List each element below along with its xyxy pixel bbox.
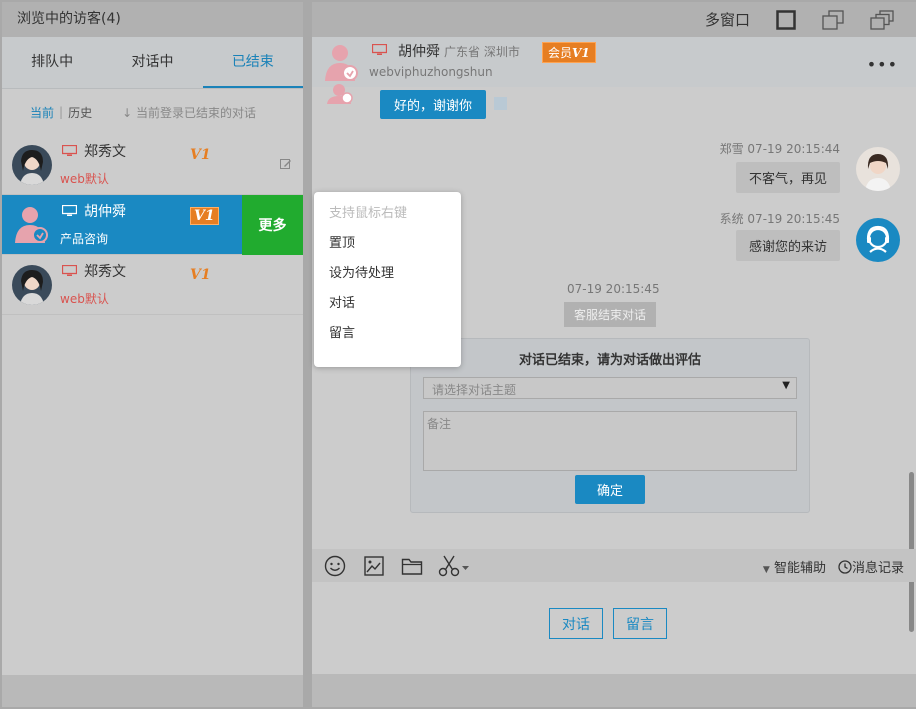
avatar xyxy=(12,205,52,245)
visitor-location: 广东省 深圳市 xyxy=(444,45,520,59)
visitor-message-bubble: 好的，谢谢你 xyxy=(380,90,487,119)
visitor-avatar-small xyxy=(327,84,353,104)
filter-current[interactable]: 当前 xyxy=(30,104,54,121)
visitor-panel-title: 浏览中的访客(4) xyxy=(2,2,303,37)
filter-hint: ↓ 当前登录已结束的对话 xyxy=(122,105,256,120)
member-badge: 会员V1 xyxy=(542,42,596,63)
notes-textarea[interactable]: 备注 xyxy=(423,411,797,471)
tab-ended[interactable]: 已结束 xyxy=(202,37,303,88)
visitor-name: 胡仲舜 xyxy=(84,204,126,220)
caret-down-icon: ▼ xyxy=(782,380,790,391)
caret-down-icon: ▼ xyxy=(762,565,770,575)
member-level: V1 xyxy=(572,46,590,60)
visitor-tag: web默认 xyxy=(60,292,109,306)
folder-icon[interactable] xyxy=(401,555,423,577)
menu-item-chat[interactable]: 对话 xyxy=(314,292,461,322)
screenshot-scissors-icon[interactable] xyxy=(438,555,472,577)
system-avatar xyxy=(856,218,900,262)
more-options-icon[interactable]: ••• xyxy=(867,55,898,74)
visitor-tag: 产品咨询 xyxy=(60,232,109,246)
cascade-window-icon[interactable] xyxy=(870,9,894,30)
evaluation-form: 对话已结束，请为对话做出评估 请选择对话主题 ▼ 备注 确定 xyxy=(410,338,810,513)
menu-item-right-click-hint: 支持鼠标右键 xyxy=(329,206,408,221)
input-toolbar: ▼ 智能辅助 消息记录 xyxy=(312,549,916,582)
tab-chatting[interactable]: 对话中 xyxy=(102,37,202,88)
multi-window-label[interactable]: 多窗口 xyxy=(705,9,750,30)
tab-queue[interactable]: 排队中 xyxy=(2,37,102,88)
emoji-icon[interactable] xyxy=(324,555,346,577)
right-footer xyxy=(312,674,916,707)
more-button[interactable]: 更多 xyxy=(242,195,303,255)
visitor-name: 郑秀文 xyxy=(84,264,126,280)
message-history-label: 消息记录 xyxy=(851,561,904,576)
topic-select-placeholder: 请选择对话主题 xyxy=(432,383,517,397)
end-note-badge: 客服结束对话 xyxy=(564,302,657,327)
visitor-item[interactable]: 郑秀文 web默认 V1 xyxy=(2,135,303,195)
message-history-button[interactable]: 消息记录 xyxy=(838,557,904,576)
desktop-icon xyxy=(62,145,77,156)
agent-message-bubble: 不客气，再见 xyxy=(735,162,840,193)
vip-badge: V1 xyxy=(190,147,211,163)
restore-window-icon[interactable] xyxy=(822,9,844,30)
vip-badge: V1 xyxy=(190,207,219,225)
evaluation-title: 对话已结束，请为对话做出评估 xyxy=(518,353,701,368)
visitor-item[interactable]: 郑秀文 web默认 V1 xyxy=(2,255,303,315)
bottom-actions: 对话 留言 xyxy=(312,582,916,674)
desktop-icon xyxy=(62,205,77,216)
edit-icon[interactable] xyxy=(280,158,292,170)
agent-avatar xyxy=(856,147,900,191)
desktop-icon xyxy=(62,265,77,276)
maximize-icon[interactable] xyxy=(776,9,796,30)
member-label: 会员 xyxy=(548,46,573,60)
left-footer xyxy=(2,675,303,707)
visitor-name: 胡仲舜 xyxy=(398,44,440,60)
topic-select[interactable]: 请选择对话主题 ▼ xyxy=(423,377,797,399)
confirm-button[interactable]: 确定 xyxy=(575,475,645,504)
filter-separator: | xyxy=(59,105,64,119)
visitor-panel: 浏览中的访客(4) 排队中 对话中 已结束 当前 | 历史 ↓ 当前登录已结束的… xyxy=(2,2,303,707)
menu-item-pin-top[interactable]: 置顶 xyxy=(314,232,461,262)
read-status-icon xyxy=(494,97,507,110)
filter-history[interactable]: 历史 xyxy=(68,104,92,121)
sender-name: 郑雪 xyxy=(719,142,744,156)
headset-icon xyxy=(866,225,890,253)
agent-message-meta: 郑雪 07-19 20:15:44 xyxy=(720,140,840,157)
clock-icon xyxy=(838,560,852,574)
avatar xyxy=(12,145,52,185)
filter-bar: 当前 | 历史 ↓ 当前登录已结束的对话 xyxy=(2,89,303,135)
menu-item-leave-message[interactable]: 留言 xyxy=(314,322,461,352)
leave-message-button[interactable]: 留言 xyxy=(613,608,667,639)
message-time: 07-19 20:15:45 xyxy=(747,212,840,226)
menu-item-mark-pending[interactable]: 设为待处理 xyxy=(314,262,461,292)
visitor-tag: web默认 xyxy=(60,172,109,186)
smart-assist-toggle[interactable]: ▼ 智能辅助 xyxy=(763,557,826,576)
window-topbar: 多窗口 xyxy=(312,2,916,37)
visitor-item-selected[interactable]: 胡仲舜 产品咨询 V1 更多 xyxy=(2,195,303,255)
image-icon[interactable] xyxy=(363,555,385,577)
sender-name: 系统 xyxy=(719,212,744,226)
avatar xyxy=(12,265,52,305)
visitor-avatar xyxy=(325,45,358,81)
visitor-name: 郑秀文 xyxy=(84,144,126,160)
visitor-tabs: 排队中 对话中 已结束 xyxy=(2,37,303,89)
visitor-id: webviphuzhongshun xyxy=(369,65,493,79)
message-time: 07-19 20:15:44 xyxy=(747,142,840,156)
desktop-icon xyxy=(372,44,387,55)
chat-header: 胡仲舜 广东省 深圳市 会员V1 webviphuzhongshun ••• xyxy=(312,37,916,87)
vip-badge: V1 xyxy=(190,267,211,283)
smart-assist-label: 智能辅助 xyxy=(773,561,826,576)
end-note-time: 07-19 20:15:45 xyxy=(567,282,660,296)
system-message-meta: 系统 07-19 20:15:45 xyxy=(720,210,840,227)
system-message-bubble: 感谢您的来访 xyxy=(735,230,840,261)
context-menu: 支持鼠标右键 置顶 设为待处理 对话 留言 xyxy=(314,192,461,367)
start-chat-button[interactable]: 对话 xyxy=(549,608,603,639)
